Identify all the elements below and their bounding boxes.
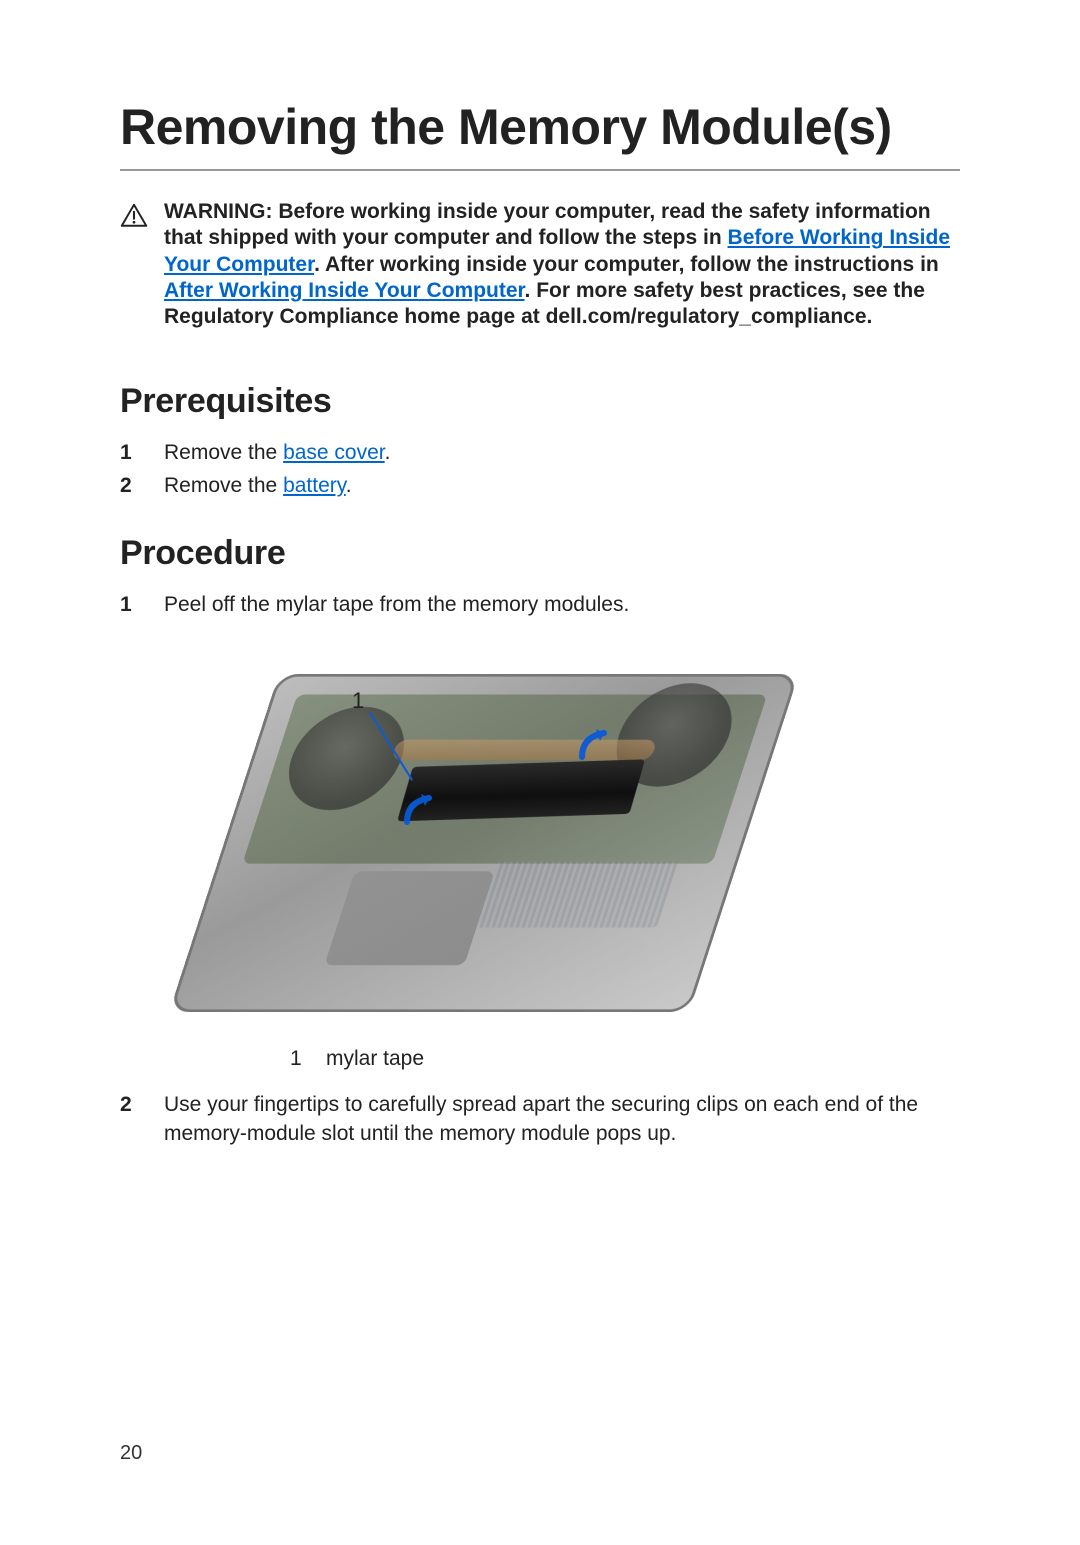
warning-mid1: . After working inside your computer, fo… [314, 253, 939, 276]
prerequisites-section: Prerequisites 1 Remove the base cover. 2… [120, 382, 960, 500]
step-text: Use your fingertips to carefully spread … [164, 1091, 960, 1148]
step-text: Peel off the mylar tape from the memory … [164, 591, 960, 619]
step-number: 2 [120, 1091, 144, 1119]
prerequisites-heading: Prerequisites [120, 382, 960, 421]
link-battery[interactable]: battery [283, 474, 346, 497]
step-text-after: . [385, 441, 391, 464]
link-after-working[interactable]: After Working Inside Your Computer [164, 279, 525, 302]
step-number: 2 [120, 472, 144, 500]
callout-number: 1 [352, 688, 364, 714]
warning-text: WARNING: Before working inside your comp… [164, 199, 960, 330]
prereq-step: 2 Remove the battery. [120, 472, 960, 500]
step-number: 1 [120, 439, 144, 467]
figure-legend: 1 mylar tape [204, 1047, 764, 1071]
legend-number: 1 [290, 1047, 304, 1071]
prereq-step: 1 Remove the base cover. [120, 439, 960, 467]
peel-arrow-icon [399, 788, 443, 832]
legend-text: mylar tape [326, 1047, 424, 1071]
procedure-step: 1 Peel off the mylar tape from the memor… [120, 591, 960, 619]
step-text-before: Remove the [164, 474, 283, 497]
step-text-before: Remove the [164, 441, 283, 464]
page-title: Removing the Memory Module(s) [120, 100, 960, 171]
step-text-after: . [346, 474, 352, 497]
figure-container: 1 1 mylar tape [204, 633, 764, 1071]
link-base-cover[interactable]: base cover [283, 441, 385, 464]
procedure-heading: Procedure [120, 534, 960, 573]
warning-icon [120, 203, 148, 229]
peel-arrow-icon [574, 723, 618, 767]
memory-module-figure: 1 [204, 633, 764, 1033]
procedure-section: Procedure 1 Peel off the mylar tape from… [120, 534, 960, 1148]
warning-block: WARNING: Before working inside your comp… [120, 199, 960, 330]
procedure-step: 2 Use your fingertips to carefully sprea… [120, 1091, 960, 1148]
page-number: 20 [120, 1442, 142, 1465]
step-number: 1 [120, 591, 144, 619]
